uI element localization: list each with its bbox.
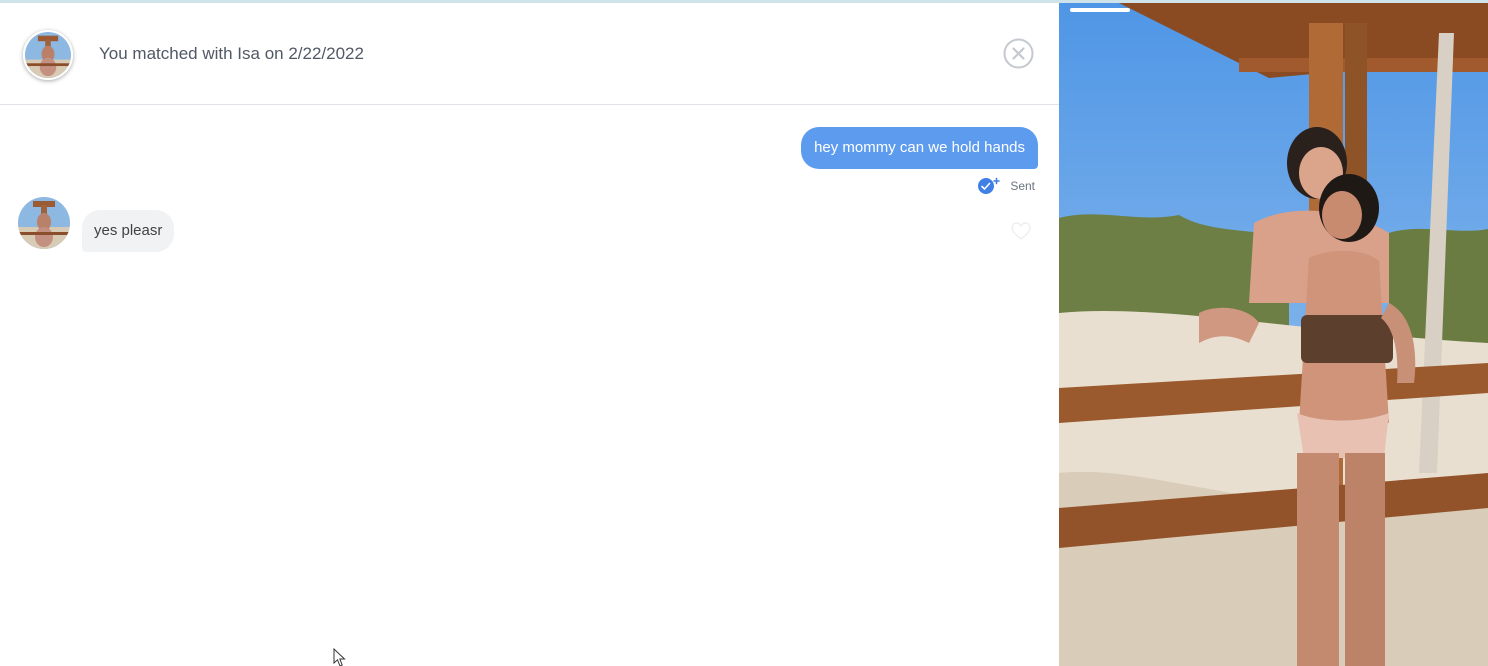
outgoing-message-bubble[interactable]: hey mommy can we hold hands xyxy=(801,127,1038,169)
profile-photo xyxy=(1059,3,1488,666)
message-status-label: Sent xyxy=(1010,179,1035,193)
profile-photo-pane[interactable] xyxy=(1059,3,1488,666)
match-avatar-image xyxy=(25,32,71,78)
chat-header: You matched with Isa on 2/22/2022 xyxy=(0,3,1059,105)
match-avatar[interactable] xyxy=(23,30,73,80)
outgoing-message: hey mommy can we hold hands xyxy=(801,127,1038,169)
chat-pane: You matched with Isa on 2/22/2022 hey mo… xyxy=(0,3,1059,666)
read-receipt-icon xyxy=(978,177,1001,194)
like-message-button[interactable] xyxy=(1010,221,1032,241)
heart-outline-icon xyxy=(1011,222,1031,240)
match-date-text: You matched with Isa on 2/22/2022 xyxy=(99,44,364,63)
close-circle-icon xyxy=(1003,38,1034,69)
incoming-message: yes pleasr xyxy=(18,197,175,252)
close-conversation-button[interactable] xyxy=(1003,38,1034,69)
message-status: Sent xyxy=(977,177,1035,195)
sender-avatar[interactable] xyxy=(18,197,70,249)
mouse-pointer-icon xyxy=(333,648,346,666)
photo-progress-bar xyxy=(1070,8,1130,12)
sender-avatar-image xyxy=(18,197,70,249)
incoming-message-bubble[interactable]: yes pleasr xyxy=(82,210,175,252)
